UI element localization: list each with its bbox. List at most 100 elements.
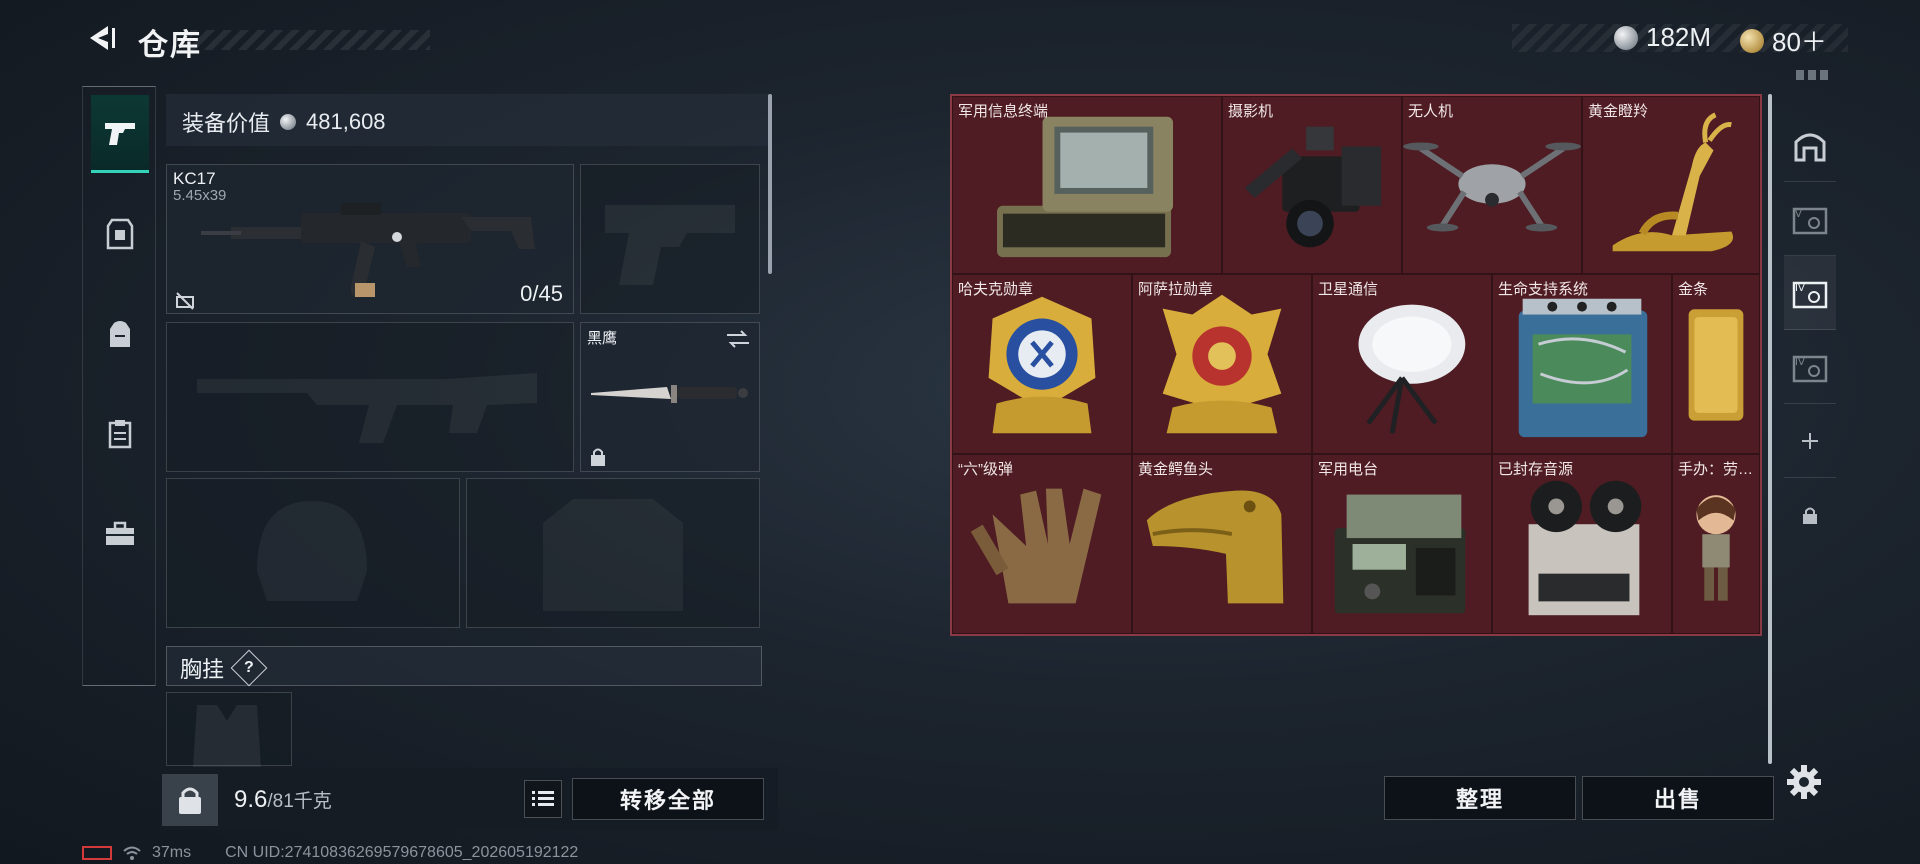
life-support-icon — [1518, 298, 1648, 438]
gold-currency[interactable]: 80＋ — [1740, 22, 1827, 59]
back-arrow-icon — [90, 26, 115, 50]
storage-arch-icon — [1794, 133, 1826, 161]
assault-rifle-icon — [201, 203, 535, 298]
grid-item[interactable]: 生命支持系统 — [1492, 274, 1672, 454]
grid-item[interactable]: 黄金瞪羚 — [1582, 96, 1760, 274]
secondary-weapon-slot[interactable] — [166, 322, 574, 472]
lock-icon — [591, 448, 605, 466]
equip-value: 装备价值 481,608 — [182, 109, 386, 136]
svg-text:IV: IV — [1795, 283, 1805, 294]
status-line: 37ms CN UID:27410836269579678605_2026051… — [82, 844, 578, 862]
no-attachment-icon — [176, 292, 194, 310]
rifle-silhouette-icon — [197, 373, 537, 443]
svg-text:IV: IV — [1795, 357, 1805, 368]
list-view-button[interactable] — [524, 780, 562, 818]
haavk-medal-icon — [988, 296, 1096, 434]
tab-backpack[interactable] — [91, 295, 149, 373]
grid-scrollbar[interactable] — [1768, 94, 1772, 764]
safe-iv-icon: IV — [1792, 355, 1828, 382]
clipboard-icon — [108, 420, 132, 449]
silver-currency: 182M — [1614, 22, 1711, 53]
sell-button[interactable]: 出售 — [1582, 776, 1774, 820]
battery-icon — [82, 846, 112, 860]
pistol-icon — [105, 122, 135, 145]
armor-vest-icon — [106, 218, 134, 250]
locked-storage-tab[interactable] — [1784, 478, 1836, 552]
tab-weapons[interactable] — [91, 95, 149, 173]
chest-rig-label: 胸挂 ? — [180, 649, 268, 687]
title-decoration — [190, 30, 430, 50]
grid-item[interactable]: 金条 — [1672, 274, 1760, 454]
grid-item[interactable]: 卫星通信 — [1312, 274, 1492, 454]
carry-weight: 9.6/81千克 — [234, 786, 332, 813]
six-finger-bullet-icon — [970, 488, 1102, 604]
backpack-icon — [110, 321, 130, 347]
swap-icon — [727, 330, 749, 348]
settings-button[interactable] — [1786, 764, 1822, 800]
gold-bar-icon — [1688, 309, 1744, 421]
figurine-icon — [1696, 495, 1736, 601]
chest-rig-silhouette-icon — [193, 705, 261, 767]
grid-item[interactable]: 军用电台 — [1312, 454, 1492, 634]
grid-item[interactable]: 黄金鳄鱼头 — [1132, 454, 1312, 634]
asala-medal-icon — [1162, 294, 1282, 434]
silver-coin-icon — [280, 114, 297, 130]
back-button[interactable] — [82, 20, 118, 56]
golden-crocodile-icon — [1146, 490, 1284, 604]
body-armor-slot[interactable] — [466, 478, 760, 628]
grid-item[interactable]: 阿萨拉勋章 — [1132, 274, 1312, 454]
melee-name: 黑鹰 — [587, 330, 618, 347]
rail-top-decoration — [1796, 70, 1832, 80]
transfer-all-button[interactable]: 转移全部 — [572, 778, 764, 820]
secure-container-button[interactable] — [162, 774, 218, 826]
grid-item[interactable]: 哈夫克勋章 — [952, 274, 1132, 454]
storage-iv-b-tab[interactable]: IV — [1784, 330, 1836, 404]
gear-icon — [1787, 765, 1821, 799]
combat-knife-icon — [591, 385, 748, 403]
storage-v-tab[interactable]: V — [1784, 182, 1836, 256]
tab-toolbox[interactable] — [91, 495, 149, 573]
helmet-slot[interactable] — [166, 478, 460, 628]
rugged-terminal-icon — [997, 116, 1174, 258]
add-storage-tab[interactable] — [1784, 404, 1836, 478]
vest-silhouette-icon — [543, 499, 683, 611]
tab-clipboard[interactable] — [91, 395, 149, 473]
main-storage-tab[interactable] — [1784, 108, 1836, 182]
chest-rig-slot[interactable] — [166, 692, 292, 767]
lock-icon — [1803, 507, 1817, 524]
toolbox-icon — [106, 521, 134, 545]
gold-coin-icon — [1740, 28, 1764, 53]
pistol-slot[interactable] — [580, 164, 760, 314]
grid-item[interactable]: 摄影机 — [1222, 96, 1402, 274]
list-icon — [532, 791, 554, 806]
satellite-dish-icon — [1358, 304, 1466, 434]
wifi-icon — [123, 846, 141, 860]
silver-coin-icon — [1614, 25, 1638, 50]
category-rail — [82, 86, 156, 686]
help-icon[interactable]: ? — [230, 649, 268, 687]
page-title: 仓库 — [138, 29, 202, 62]
svg-text:V: V — [1795, 209, 1802, 220]
grid-item[interactable]: 手办：劳… — [1672, 454, 1760, 634]
drone-icon — [1403, 142, 1581, 232]
grid-item[interactable]: 无人机 — [1402, 96, 1582, 274]
reel-to-reel-icon — [1528, 480, 1642, 616]
grid-item[interactable]: 已封存音源 — [1492, 454, 1672, 634]
pistol-silhouette-icon — [605, 205, 735, 285]
storage-iv-a-tab[interactable]: IV — [1784, 256, 1836, 330]
safe-v-icon: V — [1792, 207, 1828, 234]
safe-iv-icon: IV — [1792, 281, 1828, 308]
primary-weapon-slot[interactable]: KC17 5.45x39 0/45 — [166, 164, 574, 314]
grid-item[interactable]: “六”级弹 — [952, 454, 1132, 634]
padlock-icon — [179, 787, 201, 814]
sort-button[interactable]: 整理 — [1384, 776, 1576, 820]
video-camera-icon — [1244, 126, 1382, 248]
left-scrollbar[interactable] — [768, 94, 772, 274]
military-radio-icon — [1334, 494, 1466, 614]
grid-item[interactable]: 军用信息终端 — [952, 96, 1222, 274]
helmet-silhouette-icon — [257, 501, 367, 601]
melee-slot[interactable]: 黑鹰 — [580, 322, 760, 472]
ammo-count: 0/45 — [520, 281, 563, 306]
tab-armor[interactable] — [91, 195, 149, 273]
plus-icon — [1802, 432, 1818, 449]
